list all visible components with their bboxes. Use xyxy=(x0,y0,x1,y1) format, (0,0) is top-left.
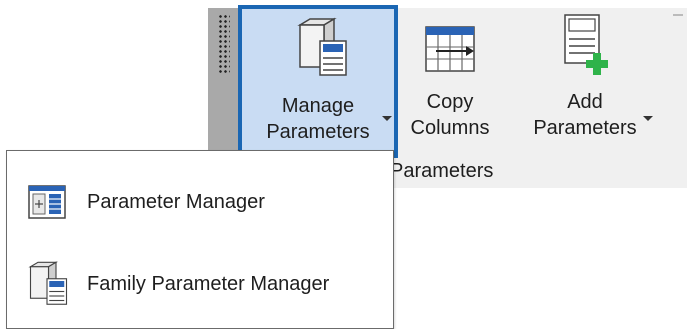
add-parameters-dropdown-caret[interactable] xyxy=(643,116,653,121)
manage-label-line1: Manage xyxy=(281,95,355,117)
add-label-line1: Add xyxy=(567,91,603,113)
parameter-manager-icon xyxy=(7,182,87,222)
panel-corner-mark xyxy=(673,14,683,16)
add-parameters-label: Add Parameters xyxy=(533,89,636,141)
copy-label-line2: Columns xyxy=(410,117,490,139)
manage-parameters-dropdown-caret[interactable] xyxy=(382,116,392,121)
copy-columns-button[interactable]: Copy Columns xyxy=(400,5,500,158)
manage-parameters-icon xyxy=(286,17,350,79)
family-parameter-manager-label: Family Parameter Manager xyxy=(87,272,330,295)
manage-label-line2: Parameters xyxy=(266,121,370,143)
manage-parameters-button[interactable]: Manage Parameters xyxy=(238,5,398,158)
grip-dots-icon xyxy=(218,14,230,74)
family-parameter-manager-icon xyxy=(7,260,87,308)
manage-parameters-dropdown: Parameter Manager Family Parameter Manag… xyxy=(6,150,394,329)
panel-title: Parameters xyxy=(390,160,494,182)
manage-parameters-label: Manage Parameters xyxy=(266,93,369,145)
parameter-manager-label: Parameter Manager xyxy=(87,190,265,213)
add-parameters-button[interactable]: Add Parameters xyxy=(515,5,655,158)
copy-columns-icon xyxy=(422,13,478,75)
menu-item-parameter-manager[interactable]: Parameter Manager xyxy=(7,167,393,237)
menu-item-family-parameter-manager[interactable]: Family Parameter Manager xyxy=(7,249,393,319)
copy-label-line1: Copy xyxy=(426,91,474,113)
add-parameters-icon xyxy=(557,13,613,75)
add-label-line2: Parameters xyxy=(533,117,637,139)
copy-columns-label: Copy Columns xyxy=(411,89,490,141)
